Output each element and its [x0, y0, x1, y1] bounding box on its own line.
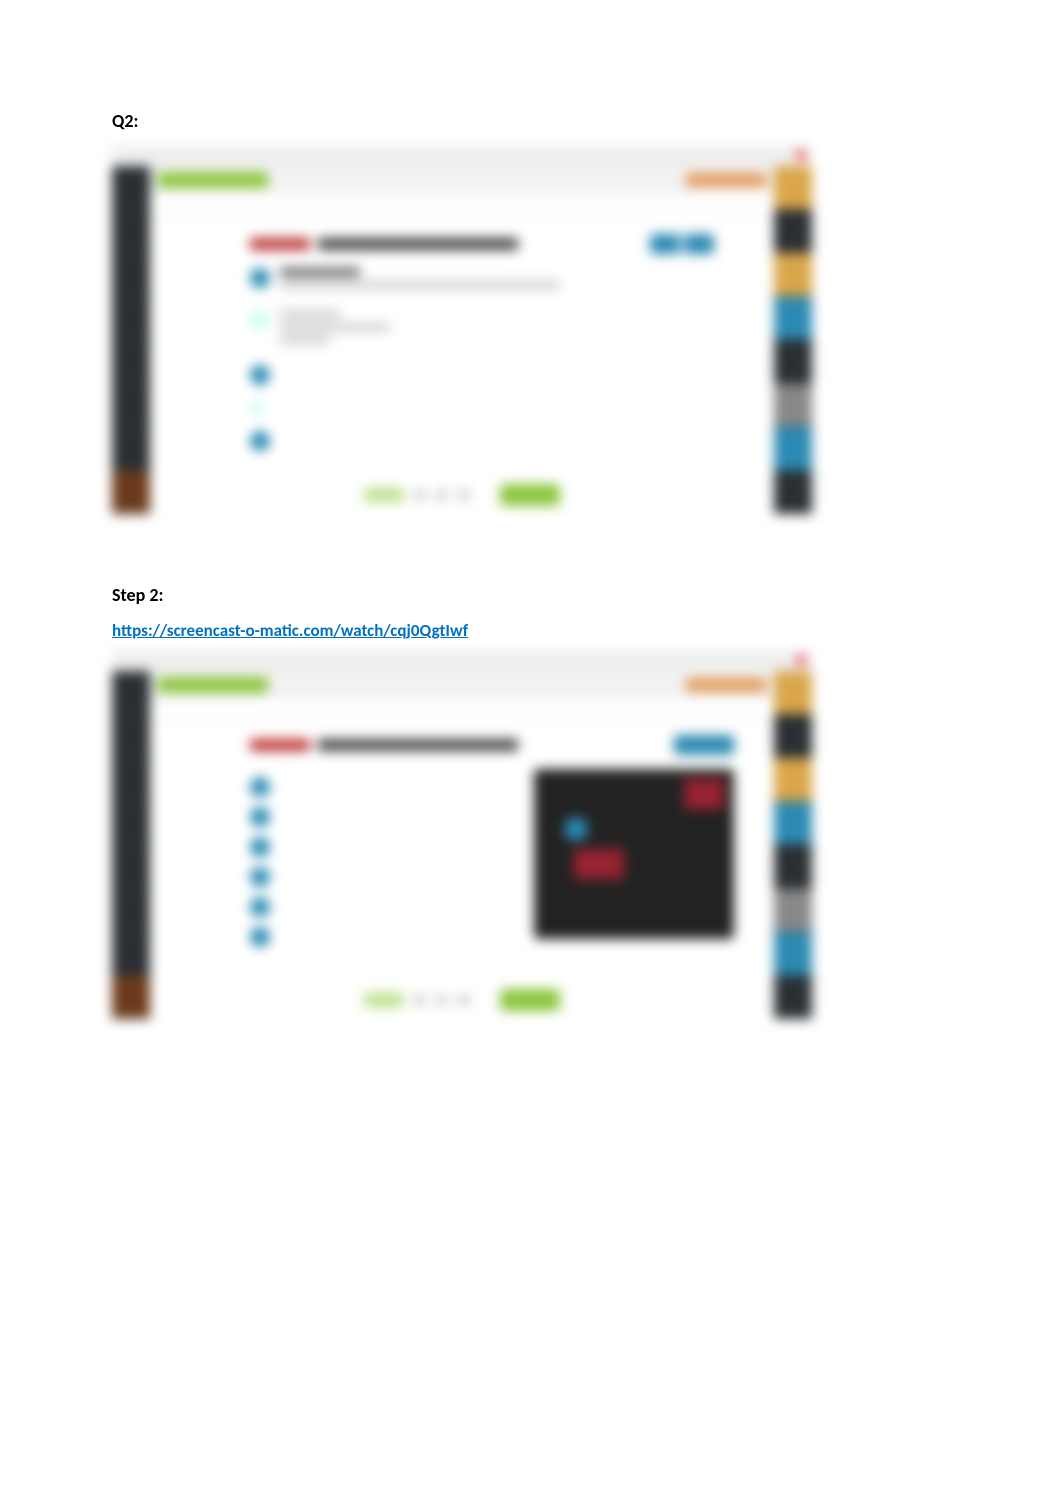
step-dot	[250, 310, 270, 330]
header-badge	[686, 678, 766, 692]
title-accent	[250, 238, 310, 250]
left-sidebar	[112, 166, 150, 514]
screenshot-2	[112, 651, 812, 1019]
action-button	[650, 234, 680, 254]
close-icon	[796, 150, 806, 160]
close-icon	[796, 655, 806, 665]
footer-chip	[364, 993, 404, 1007]
footer-bar	[150, 989, 774, 1011]
window-titlebar	[112, 651, 812, 671]
heading-q2: Q2:	[112, 110, 950, 132]
blurred-text	[280, 310, 340, 318]
screencast-link[interactable]: https://screencast-o-matic.com/watch/cqj…	[112, 620, 950, 641]
footer-chip	[364, 488, 404, 502]
heading-step2: Step 2:	[112, 584, 950, 606]
blurred-text	[280, 281, 560, 289]
active-tab	[158, 677, 268, 693]
breadcrumb	[150, 194, 774, 216]
content-title	[318, 238, 518, 250]
computer-case-image	[534, 769, 734, 939]
blurred-text	[280, 323, 390, 331]
step-dot	[250, 268, 270, 288]
action-button	[684, 234, 714, 254]
action-button	[674, 735, 734, 755]
step-dot	[250, 777, 270, 797]
step-dot	[250, 927, 270, 947]
blurred-text	[280, 268, 360, 276]
breadcrumb	[150, 699, 774, 721]
right-sidebar	[774, 166, 812, 514]
blurred-text	[280, 336, 330, 344]
footer-button	[500, 989, 560, 1011]
step-dot	[250, 401, 264, 415]
header-badge	[686, 173, 766, 187]
left-sidebar	[112, 671, 150, 1019]
tab-bar	[150, 166, 774, 194]
step-dot	[250, 365, 270, 385]
window-titlebar	[112, 146, 812, 166]
footer-bar	[150, 484, 774, 506]
title-accent	[250, 739, 310, 751]
step-dot	[250, 867, 270, 887]
step-dot	[250, 897, 270, 917]
step-dot	[250, 837, 270, 857]
step-dot	[250, 431, 270, 451]
right-sidebar	[774, 671, 812, 1019]
active-tab	[158, 172, 268, 188]
content-title	[318, 739, 518, 751]
tab-bar	[150, 671, 774, 699]
screenshot-1	[112, 146, 812, 514]
step-dot	[250, 807, 270, 827]
footer-button	[500, 484, 560, 506]
